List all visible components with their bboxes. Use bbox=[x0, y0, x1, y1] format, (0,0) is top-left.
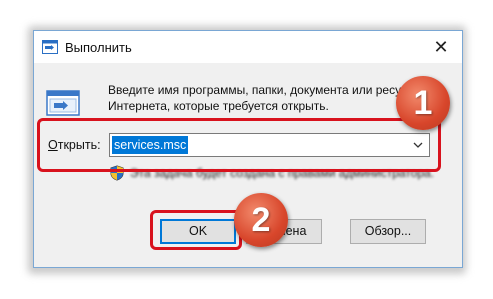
step-badge-1: 1 bbox=[396, 76, 450, 130]
browse-button[interactable]: Обзор... bbox=[350, 219, 426, 244]
highlight-ok-button bbox=[150, 210, 242, 250]
title-bar: Выполнить ✕ bbox=[34, 31, 462, 63]
instruction-line-1: Введите имя программы, папки, документа … bbox=[108, 83, 402, 97]
step-badge-2: 2 bbox=[234, 193, 288, 247]
close-button[interactable]: ✕ bbox=[432, 37, 450, 57]
run-program-icon bbox=[46, 90, 80, 116]
highlight-open-field bbox=[37, 118, 441, 172]
run-app-icon bbox=[42, 40, 58, 54]
instruction-line-2: Интернета, которые требуется открыть. bbox=[108, 99, 329, 113]
close-icon: ✕ bbox=[433, 37, 449, 57]
instruction-text: Введите имя программы, папки, документа … bbox=[108, 82, 438, 114]
window-title: Выполнить bbox=[65, 40, 132, 55]
